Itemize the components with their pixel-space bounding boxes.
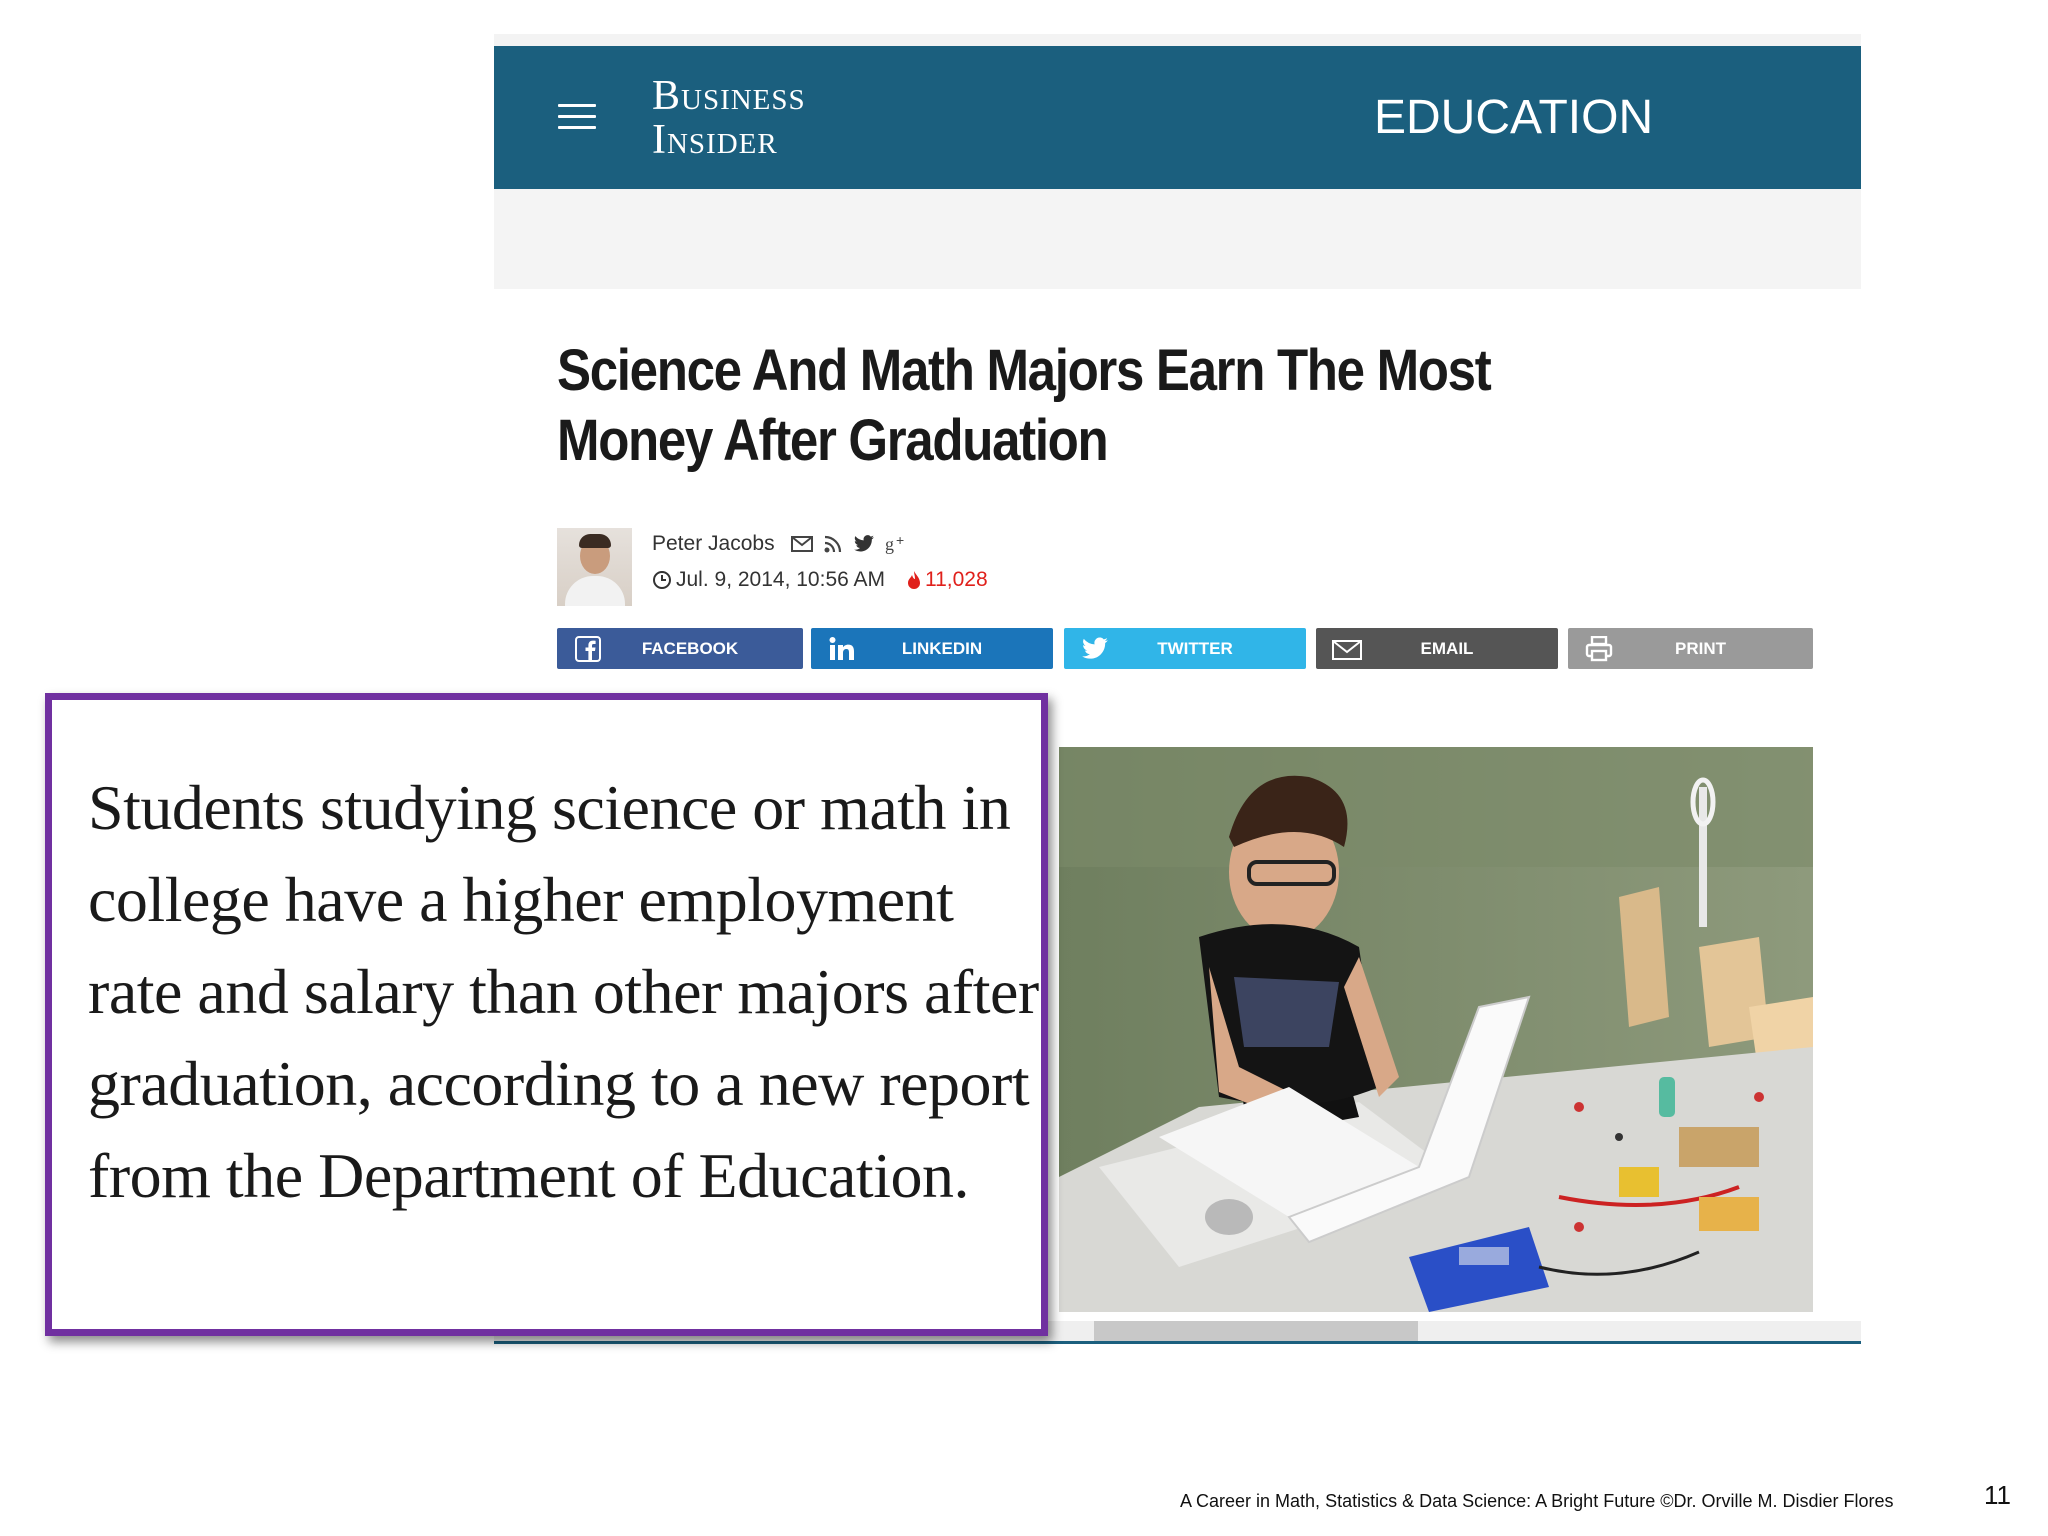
- share-linkedin-button[interactable]: LINKEDIN: [811, 628, 1053, 669]
- views-count: 11,028: [924, 568, 988, 591]
- share-email-button[interactable]: EMAIL: [1316, 628, 1558, 669]
- share-twitter-label: TWITTER: [1157, 638, 1233, 658]
- site-header: Business Insider EDUCATION: [494, 46, 1861, 189]
- facebook-icon: [575, 635, 601, 662]
- svg-text:g: g: [885, 534, 894, 554]
- article-photo: [1059, 747, 1813, 1312]
- quote-text: Students studying science or math in col…: [88, 772, 1039, 1211]
- mail-icon[interactable]: [790, 536, 813, 552]
- share-twitter-button[interactable]: TWITTER: [1064, 628, 1306, 669]
- author-row: Peter Jacobs g +: [652, 528, 907, 560]
- logo-line2: Insider: [652, 117, 778, 163]
- rss-icon[interactable]: [823, 534, 843, 554]
- printer-icon: [1585, 635, 1613, 661]
- share-email-label: EMAIL: [1420, 638, 1474, 658]
- svg-text:+: +: [896, 534, 904, 548]
- author-name[interactable]: Peter Jacobs: [652, 532, 775, 556]
- twitter-icon[interactable]: [853, 535, 875, 553]
- quote-callout: Students studying science or math in col…: [45, 693, 1048, 1336]
- envelope-icon: [1332, 639, 1362, 660]
- meta-row: Jul. 9, 2014, 10:56 AM 11,028: [652, 564, 988, 596]
- slide-footer: A Career in Math, Statistics & Data Scie…: [1180, 1491, 1894, 1511]
- logo-line1: Business: [652, 73, 806, 119]
- author-avatar[interactable]: [557, 528, 632, 606]
- browser-strip: [494, 34, 1861, 46]
- ad-band: [494, 189, 1861, 289]
- share-facebook-button[interactable]: FACEBOOK: [557, 628, 803, 669]
- print-button[interactable]: PRINT: [1568, 628, 1813, 669]
- section-title[interactable]: EDUCATION: [1374, 90, 1653, 145]
- print-label: PRINT: [1675, 638, 1726, 658]
- share-facebook-label: FACEBOOK: [641, 638, 739, 658]
- twitter-bird-icon: [1082, 636, 1108, 659]
- views-count-group: 11,028: [907, 568, 988, 592]
- clock-icon: [653, 571, 671, 589]
- scrollbar-thumb[interactable]: [1094, 1321, 1418, 1341]
- share-linkedin-label: LINKEDIN: [901, 638, 983, 658]
- article-title: Science And Math Majors Earn The Most Mo…: [557, 338, 1492, 473]
- site-logo[interactable]: Business Insider: [652, 74, 806, 162]
- page-number: 11: [1984, 1480, 2011, 1510]
- linkedin-icon: [829, 636, 854, 660]
- bottom-rule: [494, 1341, 1861, 1344]
- menu-icon[interactable]: [558, 104, 596, 130]
- flame-icon: [907, 571, 920, 589]
- publish-date: Jul. 9, 2014, 10:56 AM: [676, 568, 885, 591]
- google-plus-icon[interactable]: g +: [885, 534, 907, 554]
